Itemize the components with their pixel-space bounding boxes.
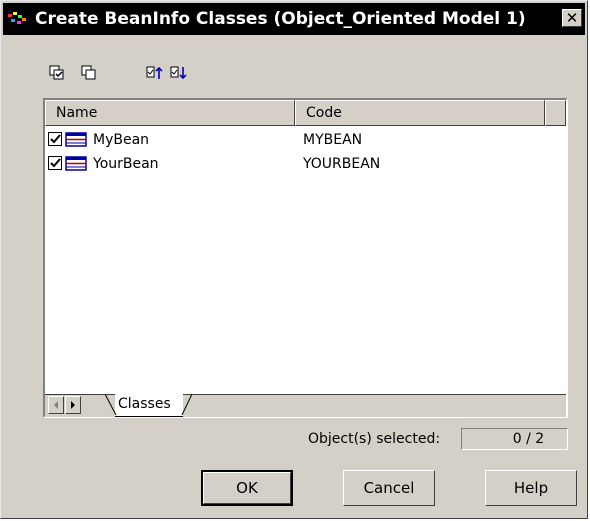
- list-header: Name Code: [45, 100, 566, 126]
- tab-edge-right: [181, 394, 193, 416]
- move-down-button[interactable]: [169, 63, 189, 83]
- row-code: YOURBEAN: [303, 156, 381, 172]
- use-graphical-selection-icon: [146, 66, 163, 79]
- column-header-code[interactable]: Code: [295, 100, 545, 126]
- tab-scroll-left-button[interactable]: [48, 396, 64, 414]
- row-name: YourBean: [93, 156, 159, 172]
- class-list-panel: Name Code MyBean MYBEAN YourBean YOURBEA…: [43, 98, 568, 418]
- arrow-left-icon: [54, 401, 58, 409]
- arrow-right-icon: [71, 401, 75, 409]
- move-up-button[interactable]: [145, 63, 165, 83]
- close-button[interactable]: ✕: [562, 9, 582, 27]
- selection-count-label: Object(s) selected:: [308, 431, 441, 447]
- ok-button-label: OK: [236, 479, 258, 497]
- row-code: MYBEAN: [303, 132, 363, 148]
- list-item[interactable]: MyBean MYBEAN: [45, 128, 566, 152]
- select-all-button[interactable]: [47, 63, 67, 83]
- ok-button[interactable]: OK: [201, 470, 293, 506]
- deselect-all-icon: [81, 65, 96, 80]
- close-icon: ✕: [565, 8, 579, 27]
- app-icon: [7, 10, 29, 28]
- tab-classes[interactable]: Classes: [105, 394, 193, 417]
- help-button-label: Help: [513, 479, 549, 497]
- checkmark-icon: [50, 134, 61, 144]
- help-button[interactable]: Help: [485, 470, 577, 506]
- tab-label: Classes: [118, 396, 171, 412]
- select-all-icon: [49, 65, 64, 80]
- checkmark-icon: [50, 158, 61, 168]
- tab-strip: Classes: [45, 394, 566, 417]
- window-title: Create BeanInfo Classes (Object_Oriented…: [35, 9, 526, 29]
- tab-scroll-right-button[interactable]: [65, 396, 81, 414]
- deselect-all-button[interactable]: [79, 63, 99, 83]
- class-icon: [65, 156, 87, 171]
- title-bar[interactable]: Create BeanInfo Classes (Object_Oriented…: [3, 3, 585, 35]
- row-checkbox[interactable]: [48, 132, 62, 146]
- row-name: MyBean: [93, 132, 150, 148]
- selection-count-value: 0 / 2: [461, 428, 568, 450]
- cancel-button-label: Cancel: [363, 479, 415, 497]
- row-checkbox[interactable]: [48, 156, 62, 170]
- column-header-filler: [545, 100, 566, 126]
- tab-edge-left: [105, 394, 117, 416]
- create-beaninfo-dialog: Create BeanInfo Classes (Object_Oriented…: [0, 0, 588, 519]
- column-header-name[interactable]: Name: [45, 100, 295, 126]
- move-to-bottom-icon: [170, 66, 187, 80]
- list-item[interactable]: YourBean YOURBEAN: [45, 152, 566, 176]
- class-icon: [65, 132, 87, 147]
- cancel-button[interactable]: Cancel: [343, 470, 435, 506]
- class-list: MyBean MYBEAN YourBean YOURBEAN: [45, 128, 566, 176]
